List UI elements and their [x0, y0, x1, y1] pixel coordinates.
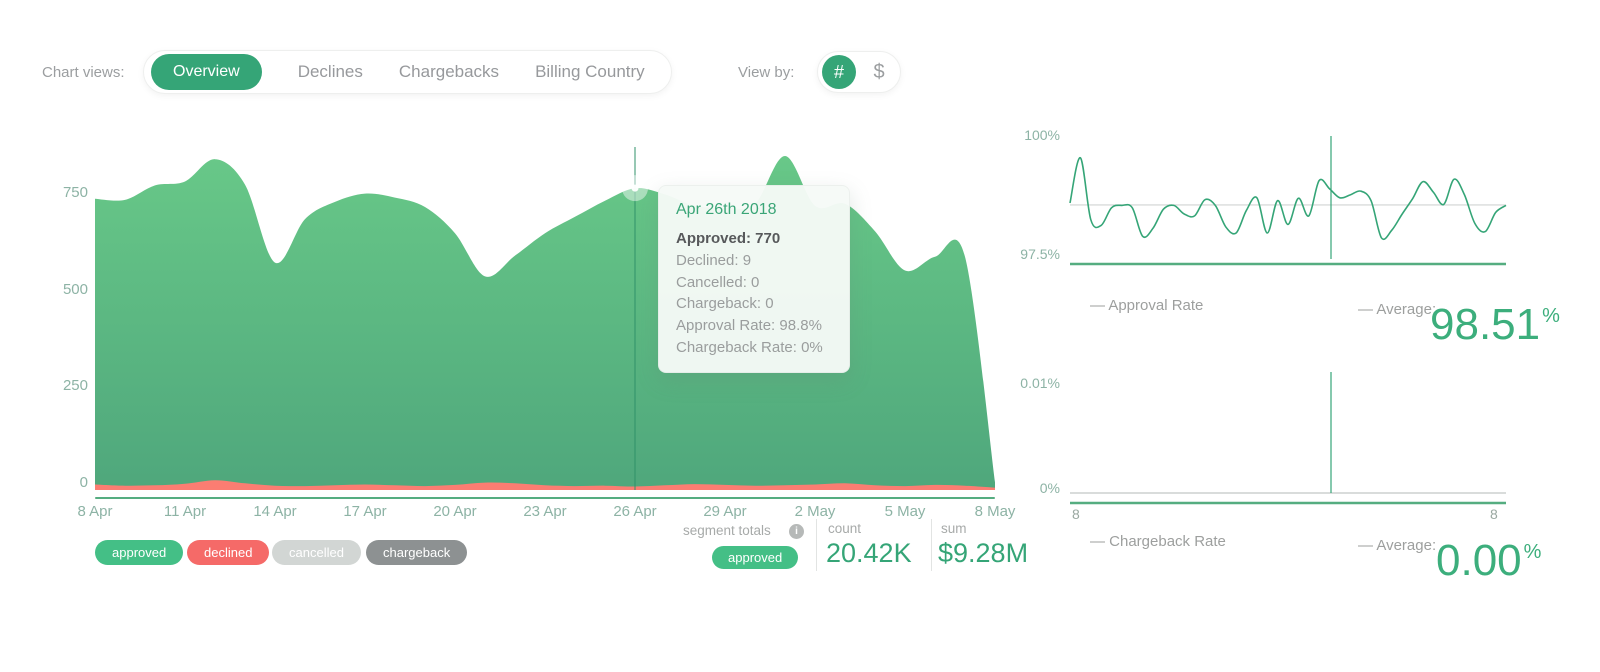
approval-average-label: — Average: [1358, 301, 1436, 318]
segment-totals-label: segment totals [683, 523, 771, 538]
x-axis-tick: 17 Apr [330, 503, 400, 520]
info-icon[interactable]: i [789, 524, 804, 539]
approval-average-value: 98.51% [1430, 303, 1558, 347]
legend-pill-approved[interactable]: approved [95, 540, 183, 565]
y-axis-tick: 500 [36, 281, 88, 298]
tooltip-row-chargeback-rate: Chargeback Rate: 0% [676, 337, 832, 359]
transactions-area-chart[interactable] [95, 130, 995, 500]
x-axis-tick: 8 May [960, 503, 1030, 520]
chargeback-rate-line-chart[interactable] [1068, 362, 1508, 512]
sum-value: $9.28M [938, 538, 1028, 569]
legend-pill-declined[interactable]: declined [187, 540, 269, 565]
x-axis-tick: 14 Apr [240, 503, 310, 520]
chart-tooltip: Apr 26th 2018 Approved: 770 Declined: 9 … [658, 185, 850, 373]
tooltip-date: Apr 26th 2018 [676, 201, 832, 219]
x-axis-tick: 11 Apr [150, 503, 220, 520]
approval-rate-line-chart[interactable] [1068, 128, 1508, 270]
sum-label: sum [941, 521, 967, 536]
view-by-toggle: # $ [817, 51, 901, 93]
x-axis-tick: 23 Apr [510, 503, 580, 520]
tab-overview[interactable]: Overview [151, 54, 262, 90]
approval-rate-legend: — Approval Rate [1090, 297, 1203, 314]
count-value: 20.42K [826, 538, 912, 569]
x-axis-tick: 2 May [780, 503, 850, 520]
y-axis-tick: 750 [36, 184, 88, 201]
chargeback-average-value: 0.00% [1436, 539, 1539, 583]
chargeback-x-tick-right: 8 [1490, 506, 1498, 522]
approval-y-tick-top: 100% [990, 127, 1060, 143]
chargeback-y-tick-bottom: 0% [990, 480, 1060, 496]
approval-y-tick-bottom: 97.5% [990, 246, 1060, 262]
chart-views-tabs: Overview Declines Chargebacks Billing Co… [143, 50, 672, 94]
legend-pill-chargeback[interactable]: chargeback [366, 540, 467, 565]
totals-divider [816, 519, 817, 571]
tab-chargebacks[interactable]: Chargebacks [399, 62, 499, 82]
totals-divider [931, 519, 932, 571]
view-by-amount-button[interactable]: $ [864, 55, 894, 89]
x-axis-tick: 26 Apr [600, 503, 670, 520]
tooltip-row-chargeback: Chargeback: 0 [676, 293, 832, 315]
view-by-count-button[interactable]: # [822, 55, 856, 89]
segment-approved-pill[interactable]: approved [712, 546, 798, 569]
legend-pill-cancelled[interactable]: cancelled [272, 540, 361, 565]
tooltip-row-approved: Approved: 770 [676, 228, 832, 250]
chargeback-x-tick-left: 8 [1072, 506, 1080, 522]
x-axis-tick: 29 Apr [690, 503, 760, 520]
x-axis-tick: 8 Apr [60, 503, 130, 520]
tab-declines[interactable]: Declines [298, 62, 363, 82]
chargeback-rate-legend: — Chargeback Rate [1090, 533, 1226, 550]
y-axis-tick: 0 [36, 474, 88, 491]
tab-billing-country[interactable]: Billing Country [535, 62, 645, 82]
x-axis-tick: 5 May [870, 503, 940, 520]
count-label: count [828, 521, 861, 536]
tooltip-row-cancelled: Cancelled: 0 [676, 272, 832, 294]
view-by-label: View by: [738, 64, 794, 81]
chargeback-average-label: — Average: [1358, 537, 1436, 554]
chargeback-y-tick-top: 0.01% [990, 375, 1060, 391]
tooltip-row-approval-rate: Approval Rate: 98.8% [676, 315, 832, 337]
x-axis-tick: 20 Apr [420, 503, 490, 520]
x-axis-line [95, 497, 995, 499]
analytics-dashboard: Chart views: Overview Declines Chargebac… [0, 0, 1600, 672]
tooltip-row-declined: Declined: 9 [676, 250, 832, 272]
y-axis-tick: 250 [36, 377, 88, 394]
chart-views-label: Chart views: [42, 64, 125, 81]
